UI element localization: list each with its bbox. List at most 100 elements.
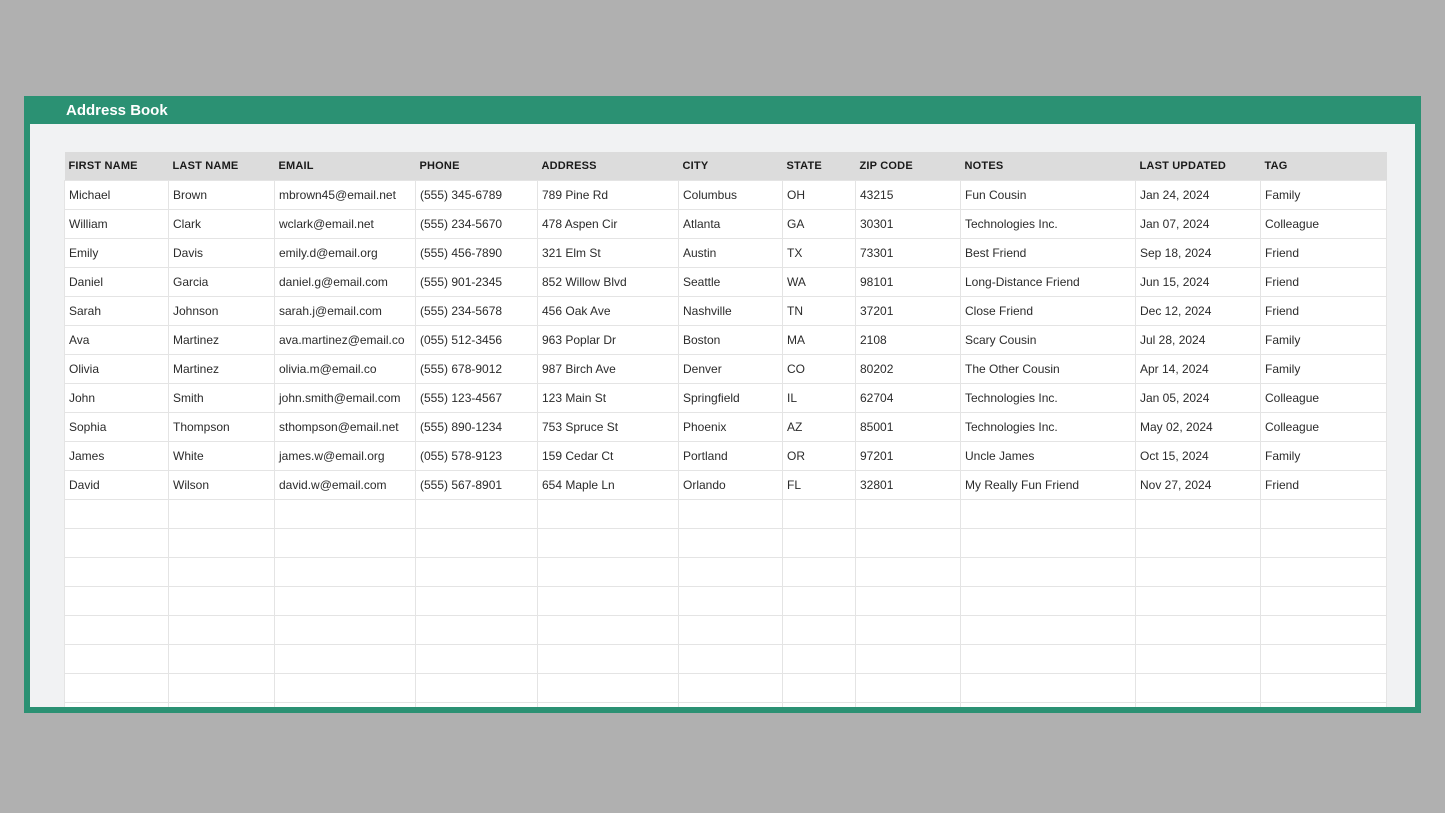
- cell-email[interactable]: ava.martinez@email.co: [275, 326, 416, 355]
- cell-empty[interactable]: [856, 587, 961, 616]
- cell-empty[interactable]: [65, 500, 169, 529]
- cell-state[interactable]: TN: [783, 297, 856, 326]
- table-row-empty[interactable]: [65, 703, 1387, 708]
- cell-empty[interactable]: [416, 500, 538, 529]
- col-header-zip[interactable]: ZIP CODE: [856, 152, 961, 181]
- cell-phone[interactable]: (555) 456-7890: [416, 239, 538, 268]
- cell-state[interactable]: TX: [783, 239, 856, 268]
- cell-address[interactable]: 478 Aspen Cir: [538, 210, 679, 239]
- cell-updated[interactable]: Dec 12, 2024: [1136, 297, 1261, 326]
- cell-updated[interactable]: Jun 15, 2024: [1136, 268, 1261, 297]
- cell-zip[interactable]: 43215: [856, 181, 961, 210]
- cell-first[interactable]: John: [65, 384, 169, 413]
- table-row[interactable]: OliviaMartinezolivia.m@email.co(555) 678…: [65, 355, 1387, 384]
- cell-empty[interactable]: [679, 645, 783, 674]
- cell-zip[interactable]: 97201: [856, 442, 961, 471]
- cell-phone[interactable]: (555) 234-5678: [416, 297, 538, 326]
- cell-empty[interactable]: [961, 674, 1136, 703]
- cell-tag[interactable]: Family: [1261, 181, 1387, 210]
- cell-empty[interactable]: [679, 587, 783, 616]
- cell-updated[interactable]: May 02, 2024: [1136, 413, 1261, 442]
- cell-state[interactable]: OR: [783, 442, 856, 471]
- cell-phone[interactable]: (555) 901-2345: [416, 268, 538, 297]
- cell-empty[interactable]: [65, 558, 169, 587]
- table-row[interactable]: EmilyDavisemily.d@email.org(555) 456-789…: [65, 239, 1387, 268]
- cell-empty[interactable]: [538, 645, 679, 674]
- cell-zip[interactable]: 2108: [856, 326, 961, 355]
- cell-empty[interactable]: [538, 703, 679, 708]
- cell-empty[interactable]: [416, 703, 538, 708]
- cell-empty[interactable]: [1136, 587, 1261, 616]
- cell-updated[interactable]: Jul 28, 2024: [1136, 326, 1261, 355]
- cell-last[interactable]: White: [169, 442, 275, 471]
- cell-updated[interactable]: Oct 15, 2024: [1136, 442, 1261, 471]
- cell-phone[interactable]: (555) 123-4567: [416, 384, 538, 413]
- cell-city[interactable]: Orlando: [679, 471, 783, 500]
- cell-last[interactable]: Johnson: [169, 297, 275, 326]
- cell-last[interactable]: Clark: [169, 210, 275, 239]
- table-row-empty[interactable]: [65, 500, 1387, 529]
- cell-empty[interactable]: [169, 558, 275, 587]
- table-row-empty[interactable]: [65, 587, 1387, 616]
- cell-notes[interactable]: Technologies Inc.: [961, 210, 1136, 239]
- cell-phone[interactable]: (555) 345-6789: [416, 181, 538, 210]
- cell-empty[interactable]: [416, 529, 538, 558]
- table-row[interactable]: MichaelBrownmbrown45@email.net(555) 345-…: [65, 181, 1387, 210]
- cell-empty[interactable]: [416, 616, 538, 645]
- cell-phone[interactable]: (555) 234-5670: [416, 210, 538, 239]
- col-header-state[interactable]: STATE: [783, 152, 856, 181]
- cell-state[interactable]: FL: [783, 471, 856, 500]
- cell-zip[interactable]: 37201: [856, 297, 961, 326]
- col-header-email[interactable]: EMAIL: [275, 152, 416, 181]
- cell-tag[interactable]: Family: [1261, 355, 1387, 384]
- cell-notes[interactable]: My Really Fun Friend: [961, 471, 1136, 500]
- cell-empty[interactable]: [961, 645, 1136, 674]
- cell-empty[interactable]: [275, 674, 416, 703]
- cell-tag[interactable]: Colleague: [1261, 384, 1387, 413]
- cell-address[interactable]: 456 Oak Ave: [538, 297, 679, 326]
- cell-updated[interactable]: Apr 14, 2024: [1136, 355, 1261, 384]
- cell-empty[interactable]: [856, 529, 961, 558]
- cell-first[interactable]: Emily: [65, 239, 169, 268]
- cell-zip[interactable]: 98101: [856, 268, 961, 297]
- cell-empty[interactable]: [416, 674, 538, 703]
- cell-empty[interactable]: [275, 645, 416, 674]
- cell-zip[interactable]: 32801: [856, 471, 961, 500]
- cell-empty[interactable]: [783, 587, 856, 616]
- cell-empty[interactable]: [679, 703, 783, 708]
- table-row[interactable]: SophiaThompsonsthompson@email.net(555) 8…: [65, 413, 1387, 442]
- cell-empty[interactable]: [169, 529, 275, 558]
- cell-notes[interactable]: Scary Cousin: [961, 326, 1136, 355]
- cell-empty[interactable]: [1261, 703, 1387, 708]
- cell-empty[interactable]: [783, 674, 856, 703]
- col-header-notes[interactable]: NOTES: [961, 152, 1136, 181]
- cell-zip[interactable]: 62704: [856, 384, 961, 413]
- cell-empty[interactable]: [65, 703, 169, 708]
- cell-first[interactable]: Sophia: [65, 413, 169, 442]
- table-row[interactable]: JamesWhitejames.w@email.org(055) 578-912…: [65, 442, 1387, 471]
- cell-tag[interactable]: Friend: [1261, 297, 1387, 326]
- cell-updated[interactable]: Jan 07, 2024: [1136, 210, 1261, 239]
- cell-last[interactable]: Garcia: [169, 268, 275, 297]
- cell-empty[interactable]: [65, 529, 169, 558]
- cell-notes[interactable]: Fun Cousin: [961, 181, 1136, 210]
- cell-empty[interactable]: [856, 500, 961, 529]
- cell-first[interactable]: Ava: [65, 326, 169, 355]
- cell-empty[interactable]: [1261, 558, 1387, 587]
- cell-empty[interactable]: [783, 703, 856, 708]
- cell-zip[interactable]: 73301: [856, 239, 961, 268]
- cell-state[interactable]: CO: [783, 355, 856, 384]
- col-header-phone[interactable]: PHONE: [416, 152, 538, 181]
- cell-empty[interactable]: [1136, 558, 1261, 587]
- cell-last[interactable]: Thompson: [169, 413, 275, 442]
- cell-address[interactable]: 654 Maple Ln: [538, 471, 679, 500]
- cell-empty[interactable]: [856, 703, 961, 708]
- cell-empty[interactable]: [783, 616, 856, 645]
- table-row[interactable]: DavidWilsondavid.w@email.com(555) 567-89…: [65, 471, 1387, 500]
- table-row[interactable]: DanielGarciadaniel.g@email.com(555) 901-…: [65, 268, 1387, 297]
- cell-empty[interactable]: [856, 674, 961, 703]
- cell-state[interactable]: AZ: [783, 413, 856, 442]
- cell-empty[interactable]: [961, 616, 1136, 645]
- cell-phone[interactable]: (055) 512-3456: [416, 326, 538, 355]
- table-row[interactable]: SarahJohnsonsarah.j@email.com(555) 234-5…: [65, 297, 1387, 326]
